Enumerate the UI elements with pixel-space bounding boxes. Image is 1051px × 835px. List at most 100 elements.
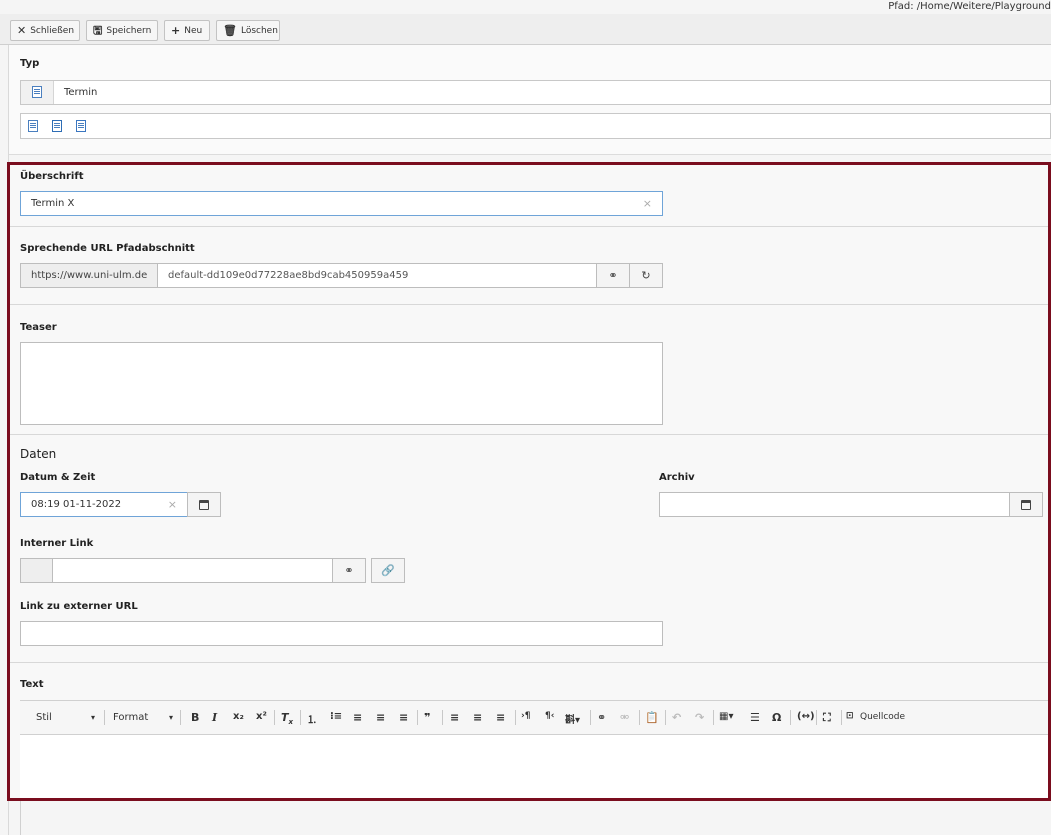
unlink-icon: ⚭	[344, 564, 354, 577]
divider	[10, 304, 1048, 305]
new-button[interactable]: + Neu	[164, 20, 210, 41]
datetime-picker-button[interactable]	[187, 492, 221, 517]
bold-icon[interactable]: B	[191, 711, 199, 724]
floppy-disk-icon: 🖫	[93, 24, 103, 37]
text-page-icon[interactable]	[28, 120, 40, 133]
numbered-list-icon[interactable]: ⒈	[307, 711, 317, 726]
toggle-edit-url-button[interactable]: ⚭	[596, 263, 630, 288]
editor-border-line	[20, 801, 21, 835]
save-label: Speichern	[106, 25, 152, 36]
internal-link-open-button[interactable]: 🔗	[371, 558, 405, 583]
save-button[interactable]: 🖫 Speichern	[86, 20, 158, 41]
style-dropdown[interactable]: Stil	[36, 712, 52, 723]
internal-link-label: Interner Link	[20, 538, 94, 549]
close-label: Schließen	[30, 25, 75, 36]
table-icon[interactable]: ▦▾	[719, 711, 733, 722]
unlink-icon[interactable]: ⚮	[620, 711, 629, 724]
rtl-icon[interactable]: ¶‹	[545, 711, 554, 721]
clear-icon[interactable]: ×	[168, 498, 177, 511]
separator	[790, 710, 791, 725]
headline-value: Termin X	[31, 198, 75, 209]
external-link-label: Link zu externer URL	[20, 601, 138, 612]
type-section: Typ Termin	[9, 45, 1051, 155]
horizontal-rule-icon[interactable]: ☰	[750, 711, 760, 724]
align-center-icon[interactable]: ≡	[473, 711, 482, 724]
type-label: Typ	[20, 58, 40, 69]
external-link-input[interactable]	[20, 621, 663, 646]
separator	[590, 710, 591, 725]
separator	[665, 710, 666, 725]
italic-icon[interactable]: I	[212, 711, 217, 724]
separator	[841, 710, 842, 725]
type-select-value: Termin	[64, 87, 98, 98]
increase-indent-icon[interactable]: ≡	[376, 711, 385, 724]
url-segment-input[interactable]: default-dd109e0d77228ae8bd9cab450959a459	[157, 263, 597, 288]
ltr-icon[interactable]: ›¶	[521, 711, 530, 721]
non-breaking-space-icon[interactable]: (↔)	[797, 711, 815, 722]
format-dropdown[interactable]: Format	[113, 712, 148, 723]
separator	[104, 710, 105, 725]
separator	[274, 710, 275, 725]
decrease-indent-icon[interactable]: ≡	[353, 711, 362, 724]
separator	[300, 710, 301, 725]
special-char-icon[interactable]: Ω	[772, 711, 781, 724]
clear-icon[interactable]: ×	[643, 197, 652, 210]
justify-icon[interactable]: ≡	[496, 711, 505, 724]
separator	[816, 710, 817, 725]
url-segment-label: Sprechende URL Pfadabschnitt	[20, 243, 195, 254]
archive-picker-button[interactable]	[1009, 492, 1043, 517]
calendar-icon	[1021, 499, 1031, 510]
separator	[639, 710, 640, 725]
delete-button[interactable]: 🗑 Löschen	[216, 20, 280, 41]
internal-link-browse-button[interactable]: ⚭	[332, 558, 366, 583]
maximize-icon[interactable]: ⛶	[823, 711, 831, 725]
gallery-page-icon[interactable]	[76, 120, 88, 133]
rich-text-editor[interactable]	[20, 735, 1048, 798]
content-form: Überschrift Termin X × Sprechende URL Pf…	[7, 162, 1051, 801]
subscript-icon[interactable]: x₂	[233, 711, 244, 722]
headline-input[interactable]: Termin X ×	[20, 191, 663, 216]
chevron-down-icon: ▾	[169, 713, 174, 722]
unlink-icon: ⚭	[608, 269, 618, 282]
superscript-icon[interactable]: x²	[256, 711, 267, 722]
link-icon[interactable]: ⚭	[597, 711, 606, 724]
language-icon[interactable]: 斟▾	[565, 711, 580, 726]
datetime-input[interactable]: 08:19 01-11-2022 ×	[20, 492, 188, 517]
teaser-textarea[interactable]	[20, 342, 663, 425]
event-page-icon[interactable]	[52, 120, 64, 133]
source-code-button[interactable]: Quellcode	[860, 712, 905, 722]
datetime-value: 08:19 01-11-2022	[31, 499, 122, 510]
delete-label: Löschen	[240, 25, 278, 36]
close-button[interactable]: ✕ Schließen	[10, 20, 80, 41]
url-segment-value: default-dd109e0d77228ae8bd9cab450959a459	[168, 270, 409, 281]
url-prefix-text: https://www.uni-ulm.de	[31, 270, 148, 281]
undo-icon[interactable]: ↶	[672, 711, 681, 724]
chevron-down-icon: ▾	[91, 713, 96, 722]
dates-heading: Daten	[20, 447, 57, 461]
url-prefix: https://www.uni-ulm.de	[20, 263, 158, 288]
bullet-list-icon[interactable]: ⁝≡	[330, 711, 342, 722]
align-left-icon[interactable]: ≡	[450, 711, 459, 724]
separator	[442, 710, 443, 725]
internal-link-input[interactable]	[52, 558, 333, 583]
remove-format-icon[interactable]: Tx	[281, 711, 293, 726]
new-label: Neu	[184, 25, 203, 36]
paste-icon[interactable]: 📋	[645, 711, 659, 724]
type-icon-picker	[20, 113, 1051, 139]
divider	[10, 226, 1048, 227]
type-select[interactable]: Termin	[20, 80, 1051, 105]
archive-input[interactable]	[659, 492, 1010, 517]
divider	[10, 662, 1048, 663]
event-page-icon	[32, 86, 42, 98]
blockquote-icon[interactable]: ≡	[399, 711, 408, 724]
text-label: Text	[20, 679, 44, 690]
quote-icon[interactable]: ❞	[424, 711, 430, 724]
redo-icon[interactable]: ↷	[695, 711, 704, 724]
calendar-icon	[199, 499, 209, 510]
headline-label: Überschrift	[20, 171, 84, 182]
rich-text-toolbar: Stil ▾ Format ▾ B I x₂ x² Tx ⒈ ⁝≡ ≡ ≡ ≡ …	[20, 700, 1048, 735]
toolbar: ✕ Schließen 🖫 Speichern + Neu 🗑 Löschen	[0, 14, 1051, 45]
divider	[10, 434, 1048, 435]
regenerate-url-button[interactable]: ↻	[629, 263, 663, 288]
trash-icon: 🗑	[223, 24, 237, 37]
